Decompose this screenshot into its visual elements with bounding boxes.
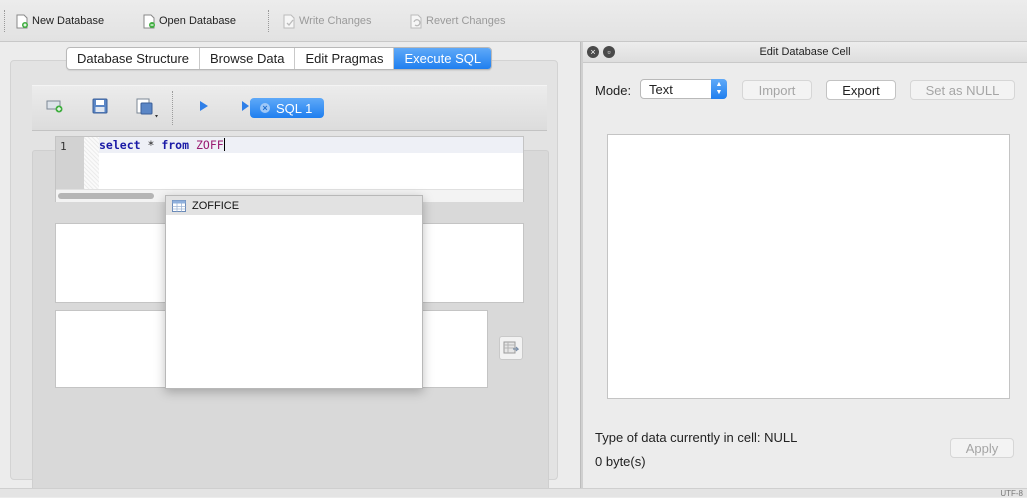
encoding-status: UTF-8 — [1000, 489, 1023, 498]
open-tab-icon — [46, 100, 63, 113]
autocomplete-popup: ZOFFICE — [165, 195, 423, 389]
code-line[interactable]: select * from ZOFF — [99, 137, 523, 153]
revert-changes-button[interactable]: Revert Changes — [409, 12, 506, 30]
cell-editor[interactable] — [607, 134, 1010, 399]
mode-select-value: Text — [649, 82, 673, 97]
sql-tab-label: SQL 1 — [276, 100, 313, 116]
save-sql-menu-button[interactable] — [136, 98, 160, 123]
edit-cell-dock: × ▫ Edit Database Cell Mode: Text ▲ ▼ Imp… — [583, 42, 1027, 488]
open-database-label: Open Database — [159, 15, 237, 27]
dock-title-bar: × ▫ Edit Database Cell — [583, 42, 1027, 63]
keyword-select: select — [99, 138, 141, 152]
cell-type-info: Type of data currently in cell: NULL — [595, 430, 798, 445]
write-changes-button[interactable]: Write Changes — [282, 12, 372, 30]
mode-label: Mode: — [595, 83, 632, 98]
save-results-button[interactable] — [499, 336, 523, 360]
tab-sql-1[interactable]: × SQL 1 — [250, 98, 325, 118]
tab-browse-data[interactable]: Browse Data — [200, 48, 296, 69]
open-database-button[interactable]: Open Database — [142, 12, 236, 30]
set-as-null-button[interactable]: Set as NULL — [910, 80, 1015, 100]
apply-button[interactable]: Apply — [950, 438, 1014, 458]
open-database-icon — [143, 14, 155, 28]
write-changes-icon — [283, 14, 295, 28]
line-number: 1 — [60, 140, 67, 153]
close-tab-icon[interactable]: × — [260, 103, 270, 113]
open-tab-button[interactable] — [46, 98, 64, 117]
main-toolbar: New Database Open Database Write Changes… — [0, 0, 1027, 42]
toolbar-grip[interactable] — [4, 10, 5, 32]
scrollbar-thumb[interactable] — [58, 193, 154, 199]
sql-toolbar-separator — [172, 91, 173, 125]
write-changes-label: Write Changes — [299, 15, 372, 27]
chevron-up-down-icon: ▲ ▼ — [711, 79, 727, 99]
revert-changes-icon — [410, 14, 422, 28]
new-database-button[interactable]: New Database — [15, 12, 104, 30]
save-icon — [92, 98, 108, 114]
revert-changes-label: Revert Changes — [426, 15, 506, 27]
main-tabbar: Database Structure Browse Data Edit Prag… — [66, 47, 493, 70]
export-button[interactable]: Export — [826, 80, 896, 100]
tab-edit-pragmas[interactable]: Edit Pragmas — [295, 48, 395, 69]
toolbar-separator — [268, 10, 269, 32]
sql-code-editor[interactable]: 1 select * from ZOFF — [55, 136, 524, 202]
text-caret — [223, 138, 225, 151]
autocomplete-item-label: ZOFFICE — [192, 199, 240, 212]
play-icon — [200, 101, 208, 111]
save-sql-button[interactable] — [92, 98, 108, 117]
tab-execute-sql[interactable]: Execute SQL — [394, 48, 492, 69]
identifier-text: ZOFF — [195, 138, 224, 152]
mode-select[interactable]: Text ▲ ▼ — [640, 79, 727, 99]
new-database-label: New Database — [32, 15, 105, 27]
tab-database-structure[interactable]: Database Structure — [67, 48, 201, 69]
cell-size-info: 0 byte(s) — [595, 454, 646, 469]
keyword-from: from — [161, 138, 190, 152]
import-button[interactable]: Import — [742, 80, 812, 100]
dock-title: Edit Database Cell — [759, 46, 851, 58]
autocomplete-item[interactable]: ZOFFICE — [166, 196, 422, 215]
execute-all-button[interactable] — [197, 98, 211, 117]
line-number-gutter: 1 — [56, 137, 84, 189]
save-results-icon — [503, 341, 519, 354]
new-database-icon — [16, 14, 28, 28]
fold-margin — [84, 137, 99, 189]
save-as-dropdown-icon — [136, 98, 158, 118]
table-icon — [172, 199, 186, 212]
operator-star: * — [140, 138, 162, 152]
